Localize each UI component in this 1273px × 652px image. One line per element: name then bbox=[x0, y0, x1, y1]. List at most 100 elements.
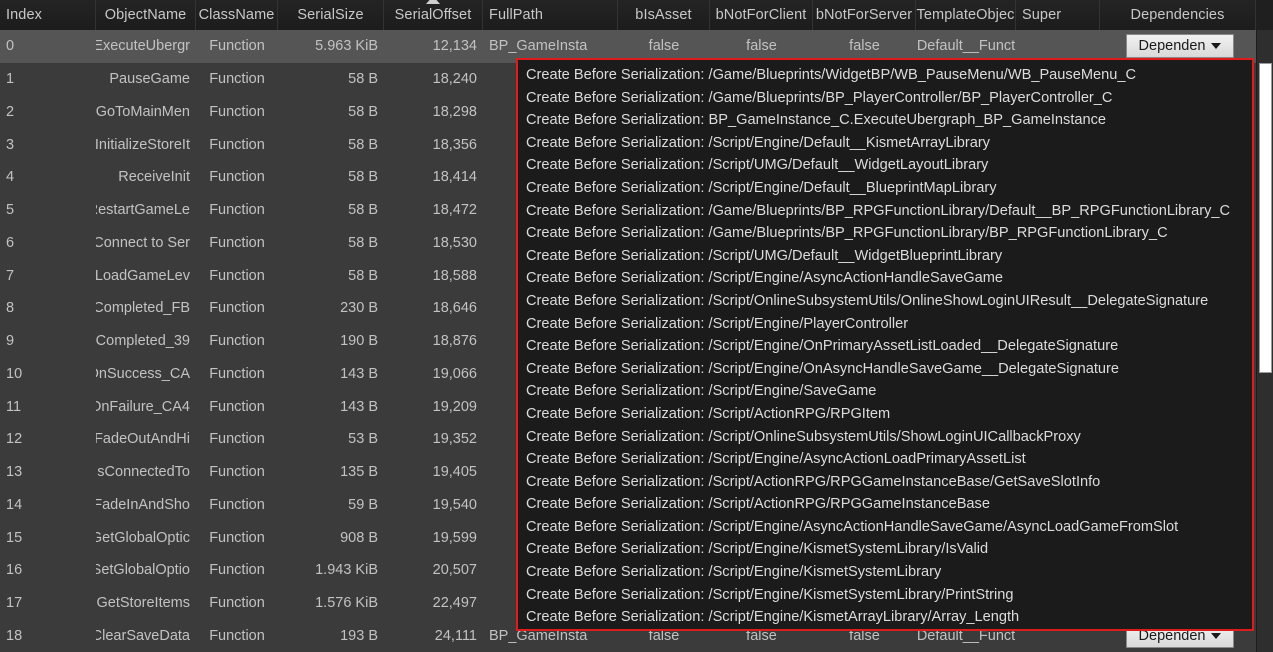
cell-text: Function bbox=[209, 627, 265, 644]
cell-text: 10 bbox=[6, 365, 23, 382]
cell-serial_offset: 18,472 bbox=[384, 194, 483, 227]
cell-text: GetStoreItems bbox=[96, 595, 190, 612]
cell-text: 18,414 bbox=[432, 169, 477, 186]
cell-text: ReceiveInit bbox=[118, 169, 190, 186]
cell-text: 3 bbox=[6, 136, 15, 153]
column-header-serial_offset[interactable]: SerialOffset bbox=[384, 0, 483, 30]
cell-index: 17 bbox=[0, 587, 96, 620]
header-gutter bbox=[1256, 0, 1273, 30]
cell-serial_size: 58 B bbox=[278, 161, 384, 194]
cell-text: LoadGameLev bbox=[96, 267, 190, 284]
cell-text: 190 B bbox=[340, 333, 378, 350]
column-header-label: ObjectName bbox=[104, 6, 187, 23]
cell-text: Connect to Ser bbox=[96, 234, 190, 251]
cell-text: Function bbox=[209, 169, 265, 186]
cell-serial_size: 58 B bbox=[278, 194, 384, 227]
cell-index: 1 bbox=[0, 63, 96, 96]
cell-serial_offset: 19,405 bbox=[384, 456, 483, 489]
column-header-object_name[interactable]: ObjectName bbox=[96, 0, 196, 30]
cell-text: 135 B bbox=[340, 464, 378, 481]
cell-index: 0 bbox=[0, 30, 96, 63]
cell-text: 230 B bbox=[340, 300, 378, 317]
dependency-line: Create Before Serialization: /Script/UMG… bbox=[526, 247, 1003, 264]
cell-text: 58 B bbox=[348, 71, 378, 88]
column-header-b_not_client[interactable]: bNotForClient bbox=[710, 0, 813, 30]
cell-index: 5 bbox=[0, 194, 96, 227]
cell-serial_offset: 18,298 bbox=[384, 96, 483, 129]
cell-text: BP_GameInsta bbox=[489, 38, 588, 55]
cell-class_name: Function bbox=[196, 161, 278, 194]
cell-text: 18 bbox=[6, 627, 23, 644]
cell-class_name: Function bbox=[196, 358, 278, 391]
column-header-full_path[interactable]: FullPath bbox=[483, 0, 618, 30]
cell-serial_offset: 18,646 bbox=[384, 292, 483, 325]
cell-serial_offset: 19,540 bbox=[384, 489, 483, 522]
vertical-scrollbar-thumb[interactable] bbox=[1259, 63, 1272, 373]
cell-serial_offset: 24,111 bbox=[384, 620, 483, 652]
cell-class_name: Function bbox=[196, 554, 278, 587]
column-header-class_name[interactable]: ClassName bbox=[196, 0, 278, 30]
cell-text: 1.576 KiB bbox=[315, 595, 378, 612]
dependency-line: Create Before Serialization: /Script/Eng… bbox=[526, 315, 909, 332]
cell-text: Completed_39 bbox=[96, 333, 190, 350]
cell-serial_size: 1.943 KiB bbox=[278, 554, 384, 587]
column-header-b_not_server[interactable]: bNotForServer bbox=[813, 0, 916, 30]
cell-class_name: Function bbox=[196, 292, 278, 325]
cell-object_name: InitializeStoreIt bbox=[96, 128, 196, 161]
cell-serial_size: 230 B bbox=[278, 292, 384, 325]
cell-text: Function bbox=[209, 234, 265, 251]
cell-serial_offset: 18,876 bbox=[384, 325, 483, 358]
dependency-line: Create Before Serialization: /Script/Eng… bbox=[526, 338, 1119, 355]
cell-index: 12 bbox=[0, 423, 96, 456]
cell-index: 11 bbox=[0, 390, 96, 423]
cell-object_name: RestartGameLe bbox=[96, 194, 196, 227]
dependency-line: Create Before Serialization: /Script/Eng… bbox=[526, 451, 1026, 468]
column-header-index[interactable]: Index bbox=[0, 0, 96, 30]
cell-serial_size: 59 B bbox=[278, 489, 384, 522]
cell-text: RestartGameLe bbox=[96, 202, 190, 219]
vertical-scrollbar-track[interactable] bbox=[1256, 30, 1273, 652]
column-header-label: FullPath bbox=[489, 6, 543, 23]
cell-text: 12,134 bbox=[432, 38, 477, 55]
cell-class_name: Function bbox=[196, 587, 278, 620]
cell-serial_offset: 19,066 bbox=[384, 358, 483, 391]
column-header-dependencies[interactable]: Dependencies bbox=[1100, 0, 1256, 30]
cell-serial_size: 58 B bbox=[278, 96, 384, 129]
column-header-template_object[interactable]: TemplateObjec bbox=[916, 0, 1016, 30]
cell-text: 9 bbox=[6, 333, 15, 350]
cell-index: 18 bbox=[0, 620, 96, 652]
cell-object_name: ReceiveInit bbox=[96, 161, 196, 194]
cell-text: 19,540 bbox=[432, 496, 477, 513]
cell-text: Function bbox=[209, 562, 265, 579]
column-header-super[interactable]: Super bbox=[1016, 0, 1100, 30]
cell-text: Function bbox=[209, 136, 265, 153]
cell-serial_offset: 18,356 bbox=[384, 128, 483, 161]
dependency-line: Create Before Serialization: /Script/Eng… bbox=[526, 360, 1120, 377]
dependencies-dropdown-button[interactable]: Dependen bbox=[1126, 34, 1234, 59]
cell-index: 3 bbox=[0, 128, 96, 161]
column-header-b_is_asset[interactable]: bIsAsset bbox=[618, 0, 710, 30]
cell-text: 19,066 bbox=[432, 365, 477, 382]
column-header-serial_size[interactable]: SerialSize bbox=[278, 0, 384, 30]
cell-text: Function bbox=[209, 300, 265, 317]
cell-class_name: Function bbox=[196, 325, 278, 358]
dependency-line: Create Before Serialization: /Script/UMG… bbox=[526, 157, 989, 174]
cell-text: false bbox=[648, 38, 680, 55]
chevron-down-icon bbox=[1211, 632, 1222, 639]
cell-object_name: PauseGame bbox=[96, 63, 196, 96]
column-header-label: Index bbox=[6, 6, 42, 23]
dependencies-tooltip-list: Create Before Serialization: /Game/Bluep… bbox=[518, 60, 1252, 629]
cell-object_name: OnFailure_CA4 bbox=[96, 390, 196, 423]
cell-serial_size: 193 B bbox=[278, 620, 384, 652]
cell-text: 19,352 bbox=[432, 431, 477, 448]
cell-serial_offset: 20,507 bbox=[384, 554, 483, 587]
cell-class_name: Function bbox=[196, 227, 278, 260]
cell-text: FadeOutAndHi bbox=[96, 431, 190, 448]
cell-text: Function bbox=[209, 595, 265, 612]
cell-text: PauseGame bbox=[109, 71, 190, 88]
cell-object_name: IsConnectedTo bbox=[96, 456, 196, 489]
cell-text: 7 bbox=[6, 267, 15, 284]
cell-text: 58 B bbox=[348, 267, 378, 284]
chevron-down-icon bbox=[1211, 43, 1222, 50]
cell-serial_offset: 18,414 bbox=[384, 161, 483, 194]
